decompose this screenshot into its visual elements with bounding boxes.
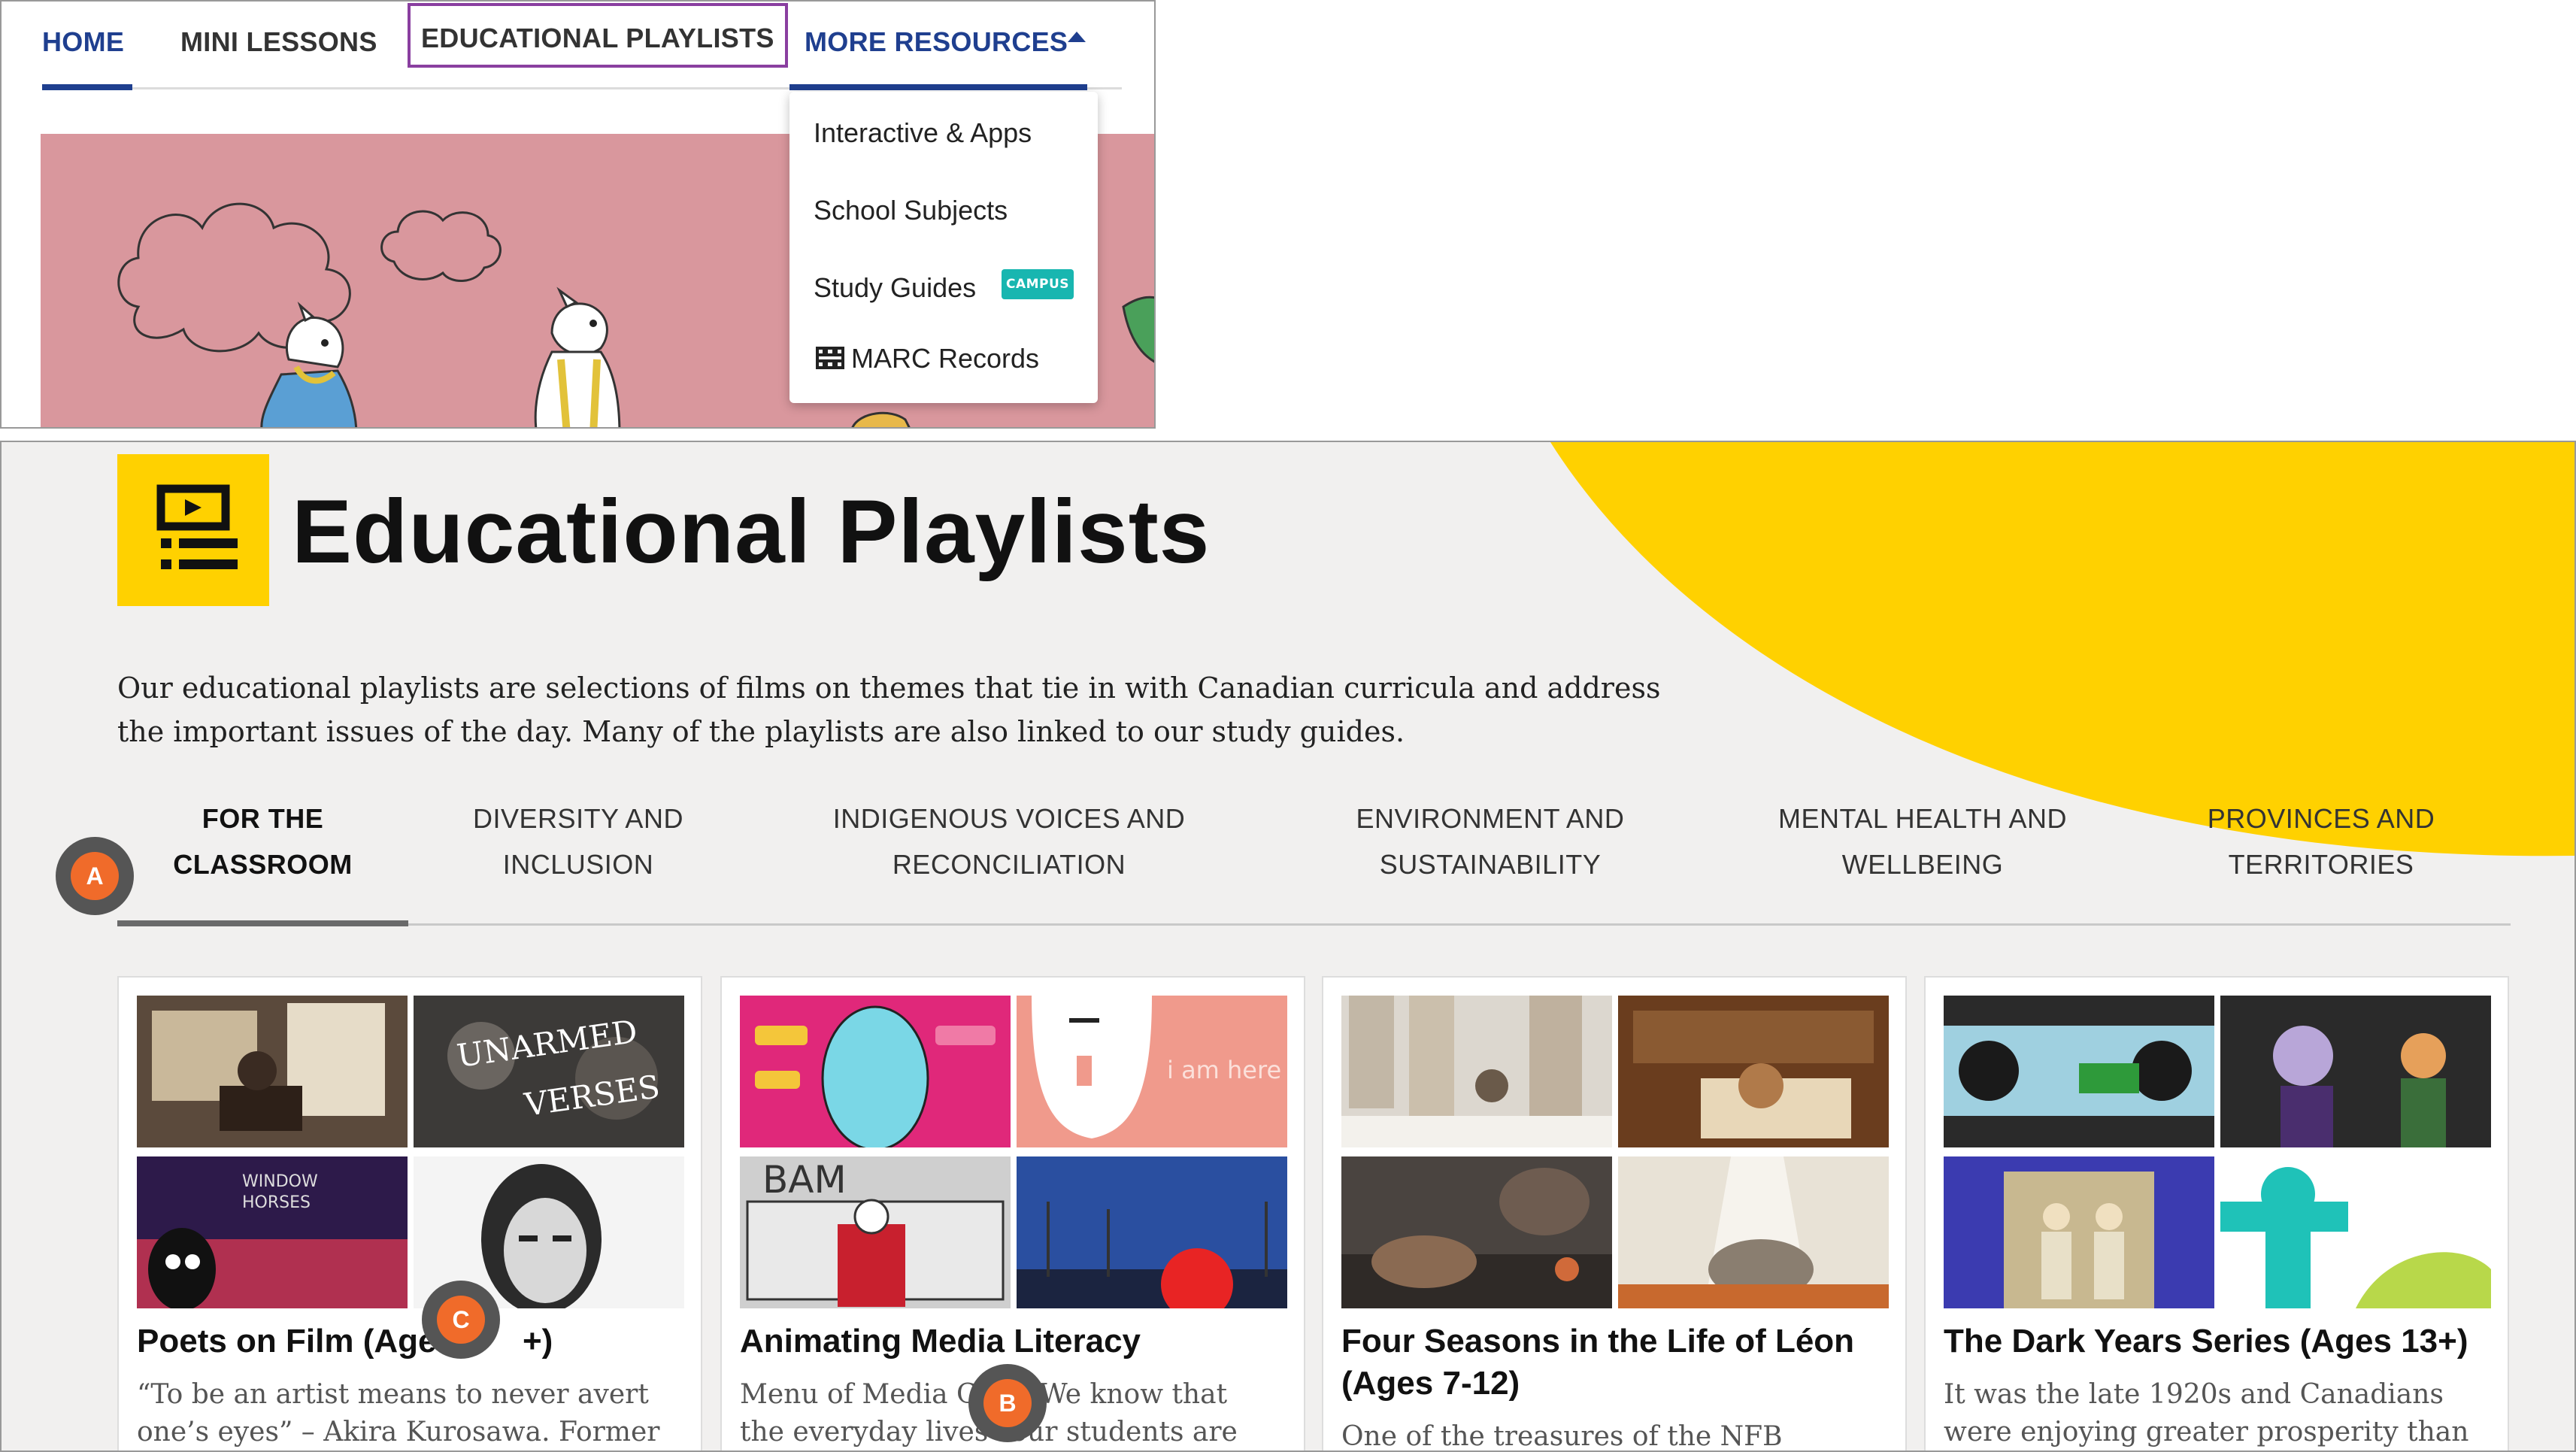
tab-label-line1: PROVINCES AND (2207, 803, 2435, 834)
tab-label-line1: ENVIRONMENT AND (1356, 803, 1625, 834)
nav-more-resources-active-indicator (789, 84, 1087, 90)
nav-educational-playlists-link[interactable]: EDUCATIONAL PLAYLISTS (408, 3, 788, 68)
film-thumbnail[interactable] (2220, 1156, 2491, 1308)
tab-label-line2: RECONCILIATION (892, 849, 1126, 880)
card-thumbnails[interactable]: UNARMED VERSES WINDOW HORSES (137, 996, 684, 1308)
campus-badge: CAMPUS (1002, 269, 1074, 299)
card-desc-line: the everyday lives (740, 1417, 989, 1447)
dropdown-item-study-guides[interactable]: Study Guides (814, 269, 976, 307)
film-thumbnail[interactable]: WINDOW HORSES (137, 1156, 408, 1308)
thumb-text: WINDOW (242, 1172, 318, 1191)
card-title: The Dark Years Series (Ages 13+) (1944, 1323, 2468, 1360)
film-thumbnail[interactable]: BAM (740, 1156, 1011, 1308)
tab-diversity-and-inclusion[interactable]: DIVERSITY AND INCLUSION (438, 796, 719, 887)
film-thumbnail[interactable] (1944, 996, 2214, 1147)
card-desc-line: one’s eyes” – Akira Kurosawa. Former (137, 1417, 660, 1447)
film-thumbnail[interactable] (1944, 1156, 2214, 1308)
thumb-text: BAM (762, 1158, 847, 1202)
annotation-marker-c: C (422, 1281, 500, 1359)
card-title: Animating Media Literacy (740, 1323, 1141, 1360)
card-description: It was the late 1920s and Canadians were… (1944, 1376, 2493, 1450)
tab-label-line1: DIVERSITY AND (473, 803, 683, 834)
page-title: Educational Playlists (292, 481, 1211, 582)
film-thumbnail[interactable] (137, 996, 408, 1147)
film-thumbnail[interactable]: i am here (1017, 996, 1287, 1147)
card-desc-line: were enjoying greater prosperity than (1944, 1417, 2469, 1447)
active-tab-indicator (117, 920, 408, 926)
film-thumbnail[interactable] (2220, 996, 2491, 1147)
playlist-icon (117, 454, 269, 606)
tab-label-line1: MENTAL HEALTH AND (1778, 803, 2067, 834)
thumb-text: HORSES (242, 1193, 311, 1212)
thumb-text: i am here (1167, 1056, 1281, 1084)
film-thumbnail[interactable] (1341, 996, 1612, 1147)
playlists-screenshot-panel: Educational Playlists Our educational pl… (0, 441, 2576, 1452)
tab-label-line2: INCLUSION (502, 849, 654, 880)
film-thumbnail[interactable] (1341, 1156, 1612, 1308)
card-description: One of the treasures of the NFB (1341, 1421, 1783, 1452)
tab-provinces-and-territories[interactable]: PROVINCES AND TERRITORIES (2182, 796, 2460, 887)
card-desc-line: It was the late 1920s and Canadians (1944, 1379, 2444, 1410)
card-thumbnails[interactable]: i am here BAM (740, 996, 1287, 1308)
card-title: Four Seasons in the Life of Léon (Ages 7… (1341, 1320, 1898, 1405)
nav-home-link[interactable]: HOME (42, 18, 124, 66)
dropdown-item-marc-records[interactable]: MARC Records (851, 340, 1039, 377)
top-navigation: HOME MINI LESSONS EDUCATIONAL PLAYLISTS … (2, 2, 1154, 90)
card-thumbnails[interactable] (1944, 996, 2491, 1308)
card-title-text-line2: (Ages 7-12) (1341, 1365, 1520, 1402)
tab-label-line2: WELLBEING (1841, 849, 2004, 880)
tab-label-line1: INDIGENOUS VOICES AND (832, 803, 1186, 834)
tab-label-line2: TERRITORIES (2228, 849, 2414, 880)
card-thumbnails[interactable] (1341, 996, 1889, 1308)
caret-up-icon[interactable] (1068, 32, 1086, 42)
card-title-tail: +) (522, 1323, 553, 1360)
annotation-marker-label: A (71, 852, 119, 900)
annotation-marker-label: B (983, 1379, 1032, 1427)
film-thumbnail[interactable] (1017, 1156, 1287, 1308)
playlist-card-poets-on-film[interactable]: UNARMED VERSES WINDOW HORSES Poets on Fi… (117, 976, 702, 1450)
tab-for-the-classroom[interactable]: FOR THE CLASSROOM (117, 796, 408, 887)
film-thumbnail[interactable] (1618, 996, 1889, 1147)
card-description: “To be an artist means to never avert on… (137, 1376, 686, 1450)
intro-text: Our educational playlists are selections… (117, 666, 1847, 753)
playlist-card-four-seasons[interactable]: Four Seasons in the Life of Léon (Ages 7… (1322, 976, 1907, 1452)
card-desc-line: Menu of Media Ch (740, 1379, 995, 1410)
tab-label-line2: SUSTAINABILITY (1379, 849, 1602, 880)
film-thumbnail[interactable]: UNARMED VERSES (414, 996, 684, 1147)
annotation-marker-a: A (56, 837, 134, 915)
nav-more-resources-link[interactable]: MORE RESOURCES (805, 18, 1068, 66)
nav-home-active-indicator (42, 84, 132, 90)
dropdown-item-school-subjects[interactable]: School Subjects (814, 192, 1008, 229)
film-icon (816, 347, 844, 369)
film-thumbnail[interactable] (1618, 1156, 1889, 1308)
intro-line-1: Our educational playlists are selections… (117, 671, 1661, 705)
more-resources-dropdown: Interactive & Apps School Subjects Study… (789, 92, 1098, 403)
card-title: Poets on Film (Ages +) (137, 1320, 693, 1363)
annotation-marker-label: C (437, 1296, 485, 1344)
tab-label-line1: FOR THE (202, 803, 324, 834)
card-desc-tail: s We know that (1017, 1379, 1228, 1410)
tab-environment-and-sustainability[interactable]: ENVIRONMENT AND SUSTAINABILITY (1302, 796, 1678, 887)
card-title-text: Poets on Film (Ages (137, 1323, 455, 1360)
intro-line-2: the important issues of the day. Many of… (117, 715, 1405, 748)
card-desc-tail: our students are (1011, 1417, 1238, 1447)
nav-mini-lessons-link[interactable]: MINI LESSONS (180, 18, 377, 66)
tab-indigenous-voices[interactable]: INDIGENOUS VOICES AND RECONCILIATION (791, 796, 1227, 887)
tab-label-line2: CLASSROOM (173, 849, 353, 880)
tab-mental-health-and-wellbeing[interactable]: MENTAL HEALTH AND WELLBEING (1731, 796, 2114, 887)
card-desc-line: “To be an artist means to never avert (137, 1379, 649, 1410)
card-title-text: Four Seasons in the Life of Léon (1341, 1323, 1855, 1360)
film-thumbnail[interactable] (740, 996, 1011, 1147)
nav-screenshot-panel: HOME MINI LESSONS EDUCATIONAL PLAYLISTS … (0, 0, 1156, 429)
dropdown-item-interactive-apps[interactable]: Interactive & Apps (814, 114, 1032, 152)
tabs-divider (117, 923, 2511, 926)
playlist-card-dark-years[interactable]: The Dark Years Series (Ages 13+) It was … (1924, 976, 2509, 1450)
annotation-marker-b: B (968, 1364, 1047, 1442)
